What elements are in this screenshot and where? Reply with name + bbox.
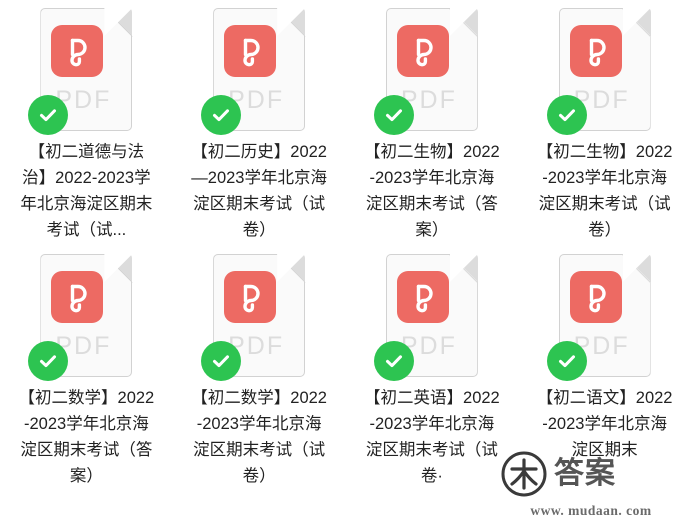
selected-check-icon[interactable]	[546, 341, 587, 381]
file-name-label: 【初二生物】2022-2023学年北京海淀区期末考试（试卷）	[536, 143, 673, 239]
pdf-file-icon[interactable]: PDF	[546, 8, 651, 135]
pdf-file-icon[interactable]: PDF	[373, 254, 478, 381]
wps-p-glyph-icon	[569, 25, 622, 77]
file-name-label: 【初二语文】2022-2023学年北京海淀区期末	[536, 389, 673, 459]
file-item[interactable]: PDF 【初二数学】2022-2023学年北京海淀区期末考试（答案）	[0, 254, 173, 500]
pdf-file-icon[interactable]: PDF	[546, 254, 651, 381]
selected-check-icon[interactable]	[373, 341, 414, 381]
selected-check-icon[interactable]	[546, 95, 587, 135]
file-item[interactable]: PDF 【初二生物】2022-2023学年北京海淀区期末考试（试卷）	[518, 8, 691, 254]
wps-p-glyph-icon	[224, 25, 277, 77]
wps-p-glyph-icon	[51, 25, 104, 77]
file-grid: PDF 【初二道德与法治】2022-2023学年北京海淀区期末考试（试... P…	[0, 0, 691, 508]
file-name-label: 【初二数学】2022-2023学年北京海淀区期末考试（答案）	[18, 389, 155, 485]
wps-p-glyph-icon	[51, 271, 104, 323]
file-item[interactable]: PDF 【初二数学】2022-2023学年北京海淀区期末考试（试卷）	[173, 254, 346, 500]
page-fold-corner-icon	[104, 8, 133, 36]
page-fold-corner-icon	[449, 254, 478, 282]
selected-check-icon[interactable]	[201, 95, 242, 135]
pdf-file-icon[interactable]: PDF	[373, 8, 478, 135]
selected-check-icon[interactable]	[201, 341, 242, 381]
page-fold-corner-icon	[622, 254, 651, 282]
file-item[interactable]: PDF 【初二生物】2022-2023学年北京海淀区期末考试（答案）	[346, 8, 519, 254]
page-fold-corner-icon	[449, 8, 478, 36]
page-fold-corner-icon	[622, 8, 651, 36]
page-fold-corner-icon	[277, 8, 306, 36]
file-name-label: 【初二英语】2022-2023学年北京海淀区期末考试（试卷·	[364, 389, 500, 485]
file-name-label: 【初二道德与法治】2022-2023学年北京海淀区期末考试（试...	[20, 143, 153, 239]
wps-p-glyph-icon	[396, 25, 449, 77]
file-item[interactable]: PDF 【初二道德与法治】2022-2023学年北京海淀区期末考试（试...	[0, 8, 173, 254]
file-name-label: 【初二数学】2022-2023学年北京海淀区期末考试（试卷）	[191, 389, 327, 485]
wps-p-glyph-icon	[569, 271, 622, 323]
file-name-label: 【初二历史】2022—2023学年北京海淀区期末考试（试卷）	[191, 143, 327, 239]
file-name-label: 【初二生物】2022-2023学年北京海淀区期末考试（答案）	[364, 143, 500, 239]
wps-p-glyph-icon	[396, 271, 449, 323]
page-fold-corner-icon	[104, 254, 133, 282]
file-item[interactable]: PDF 【初二历史】2022—2023学年北京海淀区期末考试（试卷）	[173, 8, 346, 254]
pdf-file-icon[interactable]: PDF	[201, 254, 306, 381]
wps-p-glyph-icon	[224, 271, 277, 323]
pdf-file-icon[interactable]: PDF	[28, 254, 133, 381]
pdf-file-icon[interactable]: PDF	[28, 8, 133, 135]
file-item[interactable]: PDF 【初二英语】2022-2023学年北京海淀区期末考试（试卷·	[346, 254, 519, 500]
file-item[interactable]: PDF 【初二语文】2022-2023学年北京海淀区期末	[518, 254, 691, 500]
selected-check-icon[interactable]	[373, 95, 414, 135]
page-fold-corner-icon	[277, 254, 306, 282]
pdf-file-icon[interactable]: PDF	[201, 8, 306, 135]
